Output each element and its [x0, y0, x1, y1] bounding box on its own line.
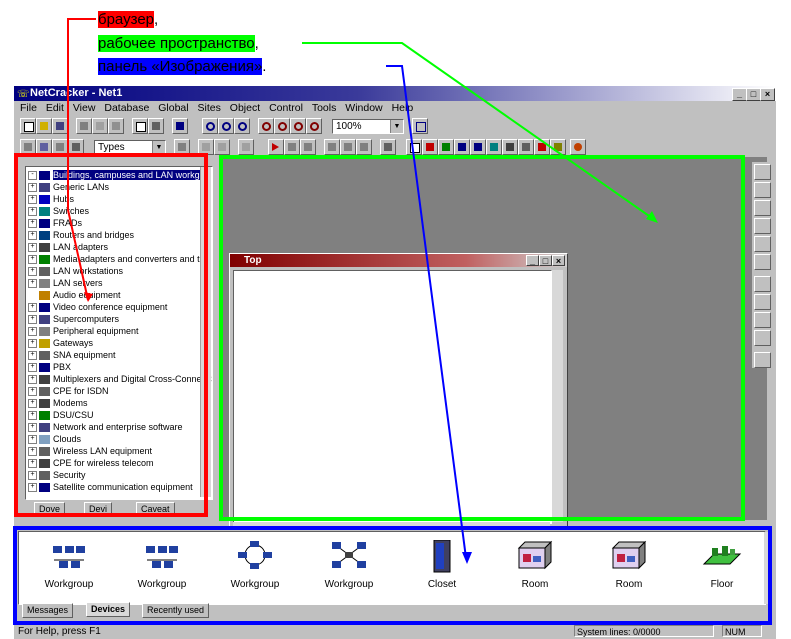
- images-panel-arrowhead: [462, 552, 472, 564]
- workspace-arrowhead: [646, 211, 658, 223]
- annotation-connectors: [67, 18, 658, 564]
- browser-arrowhead: [84, 292, 93, 302]
- workspace-connector: [302, 42, 653, 219]
- browser-connector: [67, 18, 96, 301]
- images-panel-connector: [386, 65, 467, 559]
